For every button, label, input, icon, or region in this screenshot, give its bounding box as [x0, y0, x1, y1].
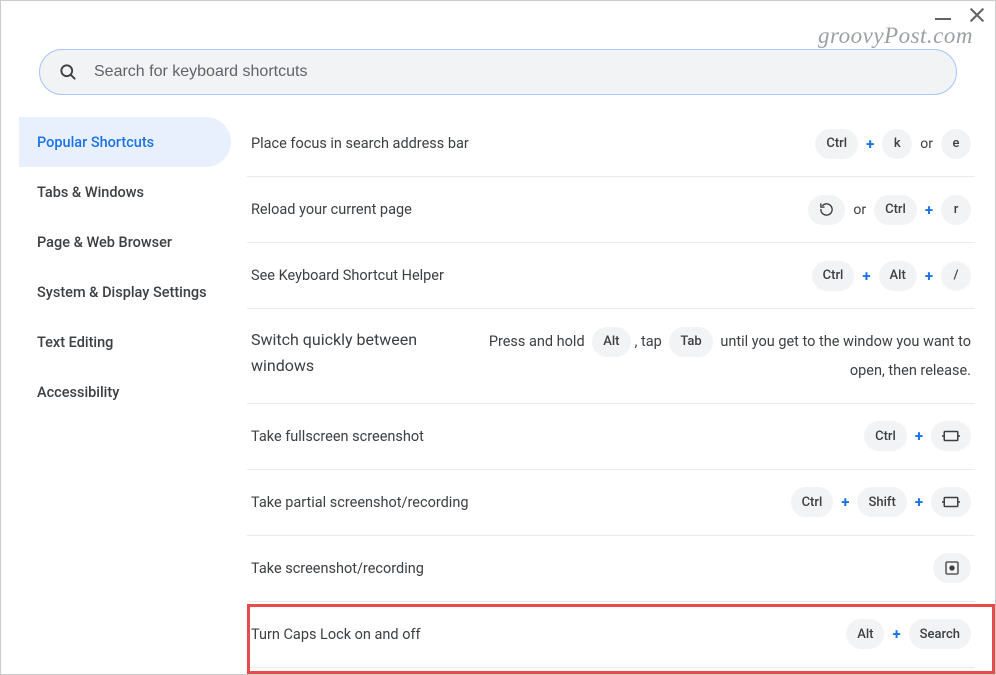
watermark: groovyPost.com: [818, 23, 973, 49]
key-chip: Shift: [857, 487, 906, 517]
window-controls: [935, 7, 985, 23]
search-input[interactable]: [94, 63, 938, 81]
sidebar-item-page-web-browser[interactable]: Page & Web Browser: [19, 217, 231, 267]
key-chip: /: [941, 261, 971, 291]
key-chip: Ctrl: [815, 129, 858, 159]
shortcut-row: Switch quickly between windowsPress and …: [247, 309, 975, 404]
shortcut-keys: [933, 553, 971, 583]
plus-separator: +: [841, 493, 849, 511]
shortcut-row: See Keyboard Shortcut Helper Ctrl + Alt + /: [247, 243, 975, 309]
shortcut-label: Switch quickly between windows: [251, 327, 431, 378]
plus-separator: +: [915, 493, 923, 511]
shortcut-row: Turn Caps Lock on and off Alt + Search: [247, 602, 975, 668]
reload-icon: [808, 195, 845, 225]
shortcut-label: Take partial screenshot/recording: [251, 494, 468, 511]
shortcut-keys: or Ctrl + r: [808, 195, 971, 225]
sidebar-item-tabs-windows[interactable]: Tabs & Windows: [19, 167, 231, 217]
sidebar-item-popular-shortcuts[interactable]: Popular Shortcuts: [19, 117, 231, 167]
key-chip: Alt: [592, 327, 630, 357]
shortcut-row: Place focus in search address bar Ctrl + ko…: [247, 111, 975, 177]
window-icon: [931, 421, 971, 451]
shortcut-row: Take screenshot/recording: [247, 536, 975, 602]
plus-separator: +: [866, 135, 874, 153]
shortcut-label: See Keyboard Shortcut Helper: [251, 267, 444, 284]
shortcut-keys: Ctrl + Shift +: [791, 487, 971, 517]
plus-separator: +: [862, 267, 870, 285]
sidebar-item-label: Page & Web Browser: [37, 234, 172, 251]
separator-text: or: [920, 136, 933, 152]
shortcut-row: Take fullscreen screenshot Ctrl +: [247, 404, 975, 470]
sidebar: Popular Shortcuts Tabs & Windows Page & We…: [1, 111, 241, 672]
key-chip: r: [941, 195, 971, 225]
shortcut-label: Turn Caps Lock on and off: [251, 626, 421, 643]
key-chip: Ctrl: [874, 195, 917, 225]
key-chip: e: [941, 129, 971, 159]
window-icon: [931, 487, 971, 517]
sidebar-item-accessibility[interactable]: Accessibility: [19, 367, 231, 417]
shortcut-keys: Ctrl + Alt + /: [812, 261, 971, 291]
plus-separator: +: [892, 625, 900, 643]
sidebar-item-label: Accessibility: [37, 384, 119, 401]
shortcut-label: Take fullscreen screenshot: [251, 428, 424, 445]
sidebar-item-system-display-settings[interactable]: System & Display Settings: [19, 267, 231, 317]
key-chip: Ctrl: [812, 261, 855, 291]
plus-separator: +: [925, 267, 933, 285]
shortcut-row: Reload your current page or Ctrl + r: [247, 177, 975, 243]
separator-text: or: [853, 202, 866, 218]
shortcut-list: Place focus in search address barCtrl+ko…: [241, 111, 995, 672]
shortcut-keys: Ctrl + kore: [815, 129, 971, 159]
shortcut-instruction: Press and hold Alt, tap Tab until you ge…: [431, 327, 971, 385]
sidebar-item-label: Tabs & Windows: [37, 184, 144, 201]
shortcut-label: Take screenshot/recording: [251, 560, 424, 577]
plus-separator: +: [925, 201, 933, 219]
search-bar[interactable]: [39, 49, 957, 95]
plus-separator: +: [915, 427, 923, 445]
sidebar-item-text-editing[interactable]: Text Editing: [19, 317, 231, 367]
key-chip: Ctrl: [791, 487, 834, 517]
sidebar-item-label: Text Editing: [37, 334, 113, 351]
key-chip: Alt: [846, 619, 884, 649]
sidebar-item-label: System & Display Settings: [37, 284, 207, 301]
minimize-icon[interactable]: [935, 7, 951, 23]
search-icon: [58, 62, 78, 82]
key-chip: k: [882, 129, 912, 159]
shortcut-keys: Alt + Search: [846, 619, 971, 649]
shortcut-keys: Ctrl +: [864, 421, 971, 451]
sidebar-item-label: Popular Shortcuts: [37, 134, 154, 151]
key-chip: Search: [909, 619, 971, 649]
shortcut-label: Place focus in search address bar: [251, 135, 469, 152]
shortcut-row: Take partial screenshot/recording Ctrl + Sh…: [247, 470, 975, 536]
key-chip: Alt: [879, 261, 917, 291]
key-chip: Ctrl: [864, 421, 907, 451]
key-chip: Tab: [669, 327, 712, 357]
shortcut-label: Reload your current page: [251, 201, 412, 218]
close-icon[interactable]: [969, 7, 985, 23]
capture-icon: [933, 553, 971, 583]
